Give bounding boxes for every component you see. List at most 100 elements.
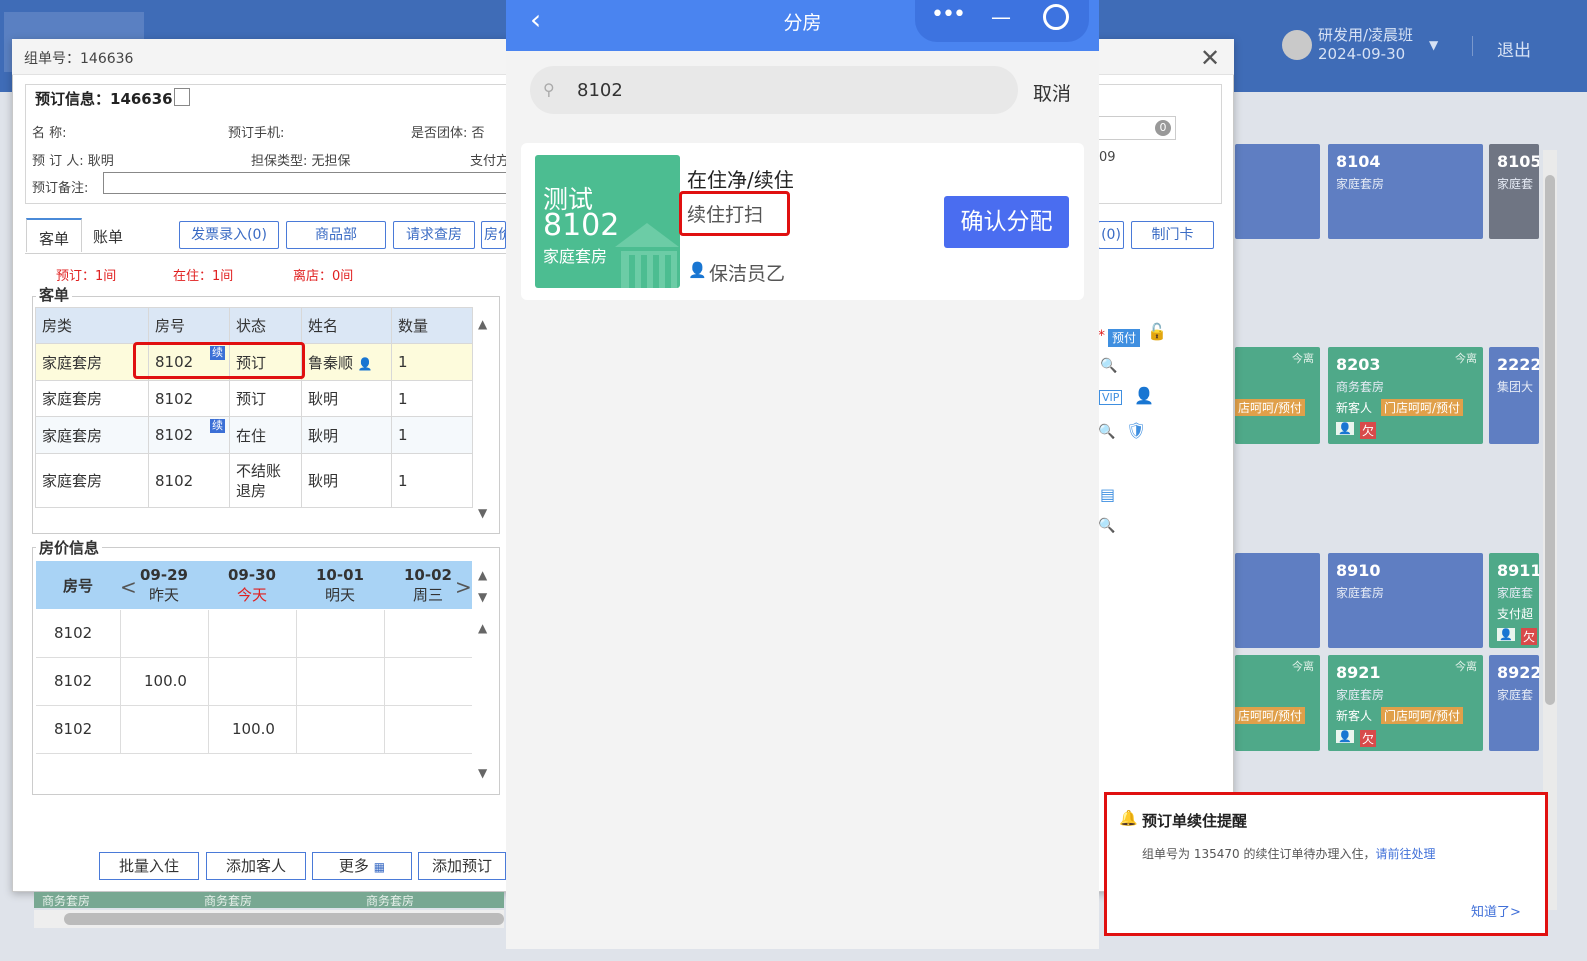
add-user-icon[interactable]: 👤 <box>1134 386 1154 405</box>
partial-button[interactable]: (0) <box>1098 221 1124 249</box>
thumb-room-number: 8102 <box>543 208 620 243</box>
price-value: 100.0 <box>144 672 187 690</box>
scroll-down-icon[interactable]: ▼ <box>478 506 487 520</box>
room-card[interactable]: 今离 店呵呵/预付 <box>1235 655 1320 751</box>
price-row[interactable]: 8102 100.0 <box>36 658 472 706</box>
shield-icon[interactable]: 🛡 <box>1126 421 1146 440</box>
acknowledge-link[interactable]: 知道了> <box>1471 901 1521 920</box>
col-qty: 数量 <box>391 307 473 344</box>
search-input[interactable]: 0 <box>1098 116 1176 140</box>
group-label: 是否团体: 否 <box>411 126 485 141</box>
id-card-icon[interactable]: ▤ <box>1100 485 1115 504</box>
process-link[interactable]: 请前往处理 <box>1375 847 1435 861</box>
cell-type: 家庭套房 <box>35 343 149 381</box>
phone-label: 预订手机: <box>228 126 285 141</box>
cell-name: 耿明 <box>301 416 392 454</box>
scroll-up-icon[interactable]: ▲ <box>478 317 487 331</box>
date-text: 10-01 <box>316 566 364 584</box>
room-type: 家庭套 <box>1497 177 1534 191</box>
price-row[interactable]: 8102 <box>36 610 472 658</box>
cell-name: 耿明 <box>301 380 392 417</box>
horizontal-scrollbar[interactable] <box>34 910 504 928</box>
add-guest-button[interactable]: 添加客人 <box>206 852 306 880</box>
chevron-down-icon[interactable]: ▼ <box>1429 38 1438 52</box>
strip-label: 商务套房 <box>42 894 91 908</box>
goods-button[interactable]: 商品部 <box>286 221 386 249</box>
bell-icon: 🔔 <box>1119 809 1138 827</box>
room-card[interactable]: 8105 家庭套 <box>1489 144 1539 239</box>
source-tag: 店呵呵/预付 <box>1235 399 1306 416</box>
more-button[interactable]: 更多 ▦ <box>312 852 412 880</box>
table-row[interactable]: 家庭套房 8102 不结账退房 耿明 1 <box>35 453 473 508</box>
pay-label: 支付超 <box>1497 607 1534 621</box>
remark-label: 预订备注: <box>32 181 89 196</box>
close-icon[interactable]: ✕ <box>1200 44 1220 72</box>
leave-count: 离店：0间 <box>293 269 354 284</box>
room-card[interactable]: 8910 家庭套房 <box>1328 553 1483 648</box>
next-icon[interactable]: > <box>455 575 472 599</box>
price-col-date: 10-01 明天 <box>296 565 384 605</box>
highlight-box <box>133 342 305 379</box>
make-card-button[interactable]: 制门卡 <box>1131 221 1214 249</box>
unlock-icon[interactable]: 🔓 <box>1147 322 1167 341</box>
price-row[interactable]: 8102 100.0 <box>36 706 472 754</box>
room-number: 8922 <box>1497 663 1539 682</box>
room-number: 8921 <box>1336 663 1381 682</box>
scroll-up-icon[interactable]: ▲ <box>478 621 487 635</box>
search-icon[interactable]: 🔍 <box>1098 518 1115 534</box>
highlight-box <box>679 191 790 236</box>
guarantee-label: 担保类型: 无担保 <box>251 154 351 169</box>
scroll-down-icon[interactable]: ▼ <box>478 590 487 604</box>
cancel-button[interactable]: 取消 <box>1033 79 1071 106</box>
room-type: 商务套房 <box>1336 380 1385 394</box>
room-card[interactable] <box>1235 553 1320 648</box>
search-icon[interactable]: 🔍 <box>1100 358 1117 374</box>
room-card[interactable]: 8104 家庭套房 <box>1328 144 1483 239</box>
cell-qty: 1 <box>391 343 473 381</box>
add-booking-button[interactable]: 添加预订 <box>418 852 506 880</box>
renew-badge: 续 <box>210 419 225 433</box>
booker-label: 预 订 人: 耿明 <box>32 154 114 169</box>
room-card[interactable]: 2222 集团大 <box>1489 347 1539 444</box>
guest-label: 新客人 <box>1336 709 1373 723</box>
room-card[interactable] <box>1235 144 1320 239</box>
table-row[interactable]: 家庭套房 8102 在住 耿明 1 <box>35 416 473 454</box>
logout-button[interactable]: 退出 <box>1497 36 1531 61</box>
price-section-title: 房价信息 <box>36 537 103 558</box>
source-tag: 店呵呵/预付 <box>1235 707 1306 724</box>
checkout-today-tag: 今离 <box>1292 352 1314 365</box>
date-label: 昨天 <box>148 586 179 604</box>
room-card[interactable]: 今离 8203 商务套房 新客人 门店呵呵/预付 👤 欠 <box>1328 347 1483 444</box>
avatar[interactable] <box>1282 30 1312 60</box>
batch-checkin-button[interactable]: 批量入住 <box>99 852 199 880</box>
guest-label: 新客人 <box>1336 401 1373 415</box>
confirm-assign-button[interactable]: 确认分配 <box>944 196 1069 248</box>
grid-icon: ▦ <box>373 860 386 874</box>
room-card[interactable]: 今离 8921 家庭套房 新客人 门店呵呵/预付 👤 欠 <box>1328 655 1483 751</box>
vip-badge[interactable]: VIP <box>1099 390 1123 405</box>
minimize-icon[interactable]: — <box>991 5 1011 29</box>
scroll-down-icon[interactable]: ▼ <box>478 766 487 780</box>
user-info[interactable]: 研发用/凌晨班 2024-09-30 <box>1318 26 1413 64</box>
more-icon[interactable]: ••• <box>931 2 966 27</box>
invoice-button[interactable]: 发票录入(0) <box>179 221 279 249</box>
tab-guest-order[interactable]: 客单 <box>26 218 83 252</box>
close-target-icon[interactable] <box>1043 4 1069 30</box>
table-row[interactable]: 家庭套房 8102 预订 耿明 1 <box>35 380 473 417</box>
room-card[interactable]: 今离 店呵呵/预付 <box>1235 347 1320 444</box>
room-price-button[interactable]: 房价 <box>481 221 506 249</box>
tab-bill[interactable]: 账单 <box>81 218 135 252</box>
person-icon: 👤 <box>1336 422 1354 435</box>
room-card[interactable]: 8922 家庭套 <box>1489 655 1539 751</box>
room-type: 家庭套房 <box>1336 177 1385 191</box>
search-icon[interactable]: 🔍 <box>1098 424 1115 440</box>
guest-name: 鲁秦顺 <box>308 353 354 372</box>
copy-icon[interactable] <box>174 88 190 106</box>
person-icon: 👤 <box>1497 628 1515 641</box>
room-card[interactable]: 8911 家庭套 支付超 👤 欠 <box>1489 553 1539 648</box>
request-check-button[interactable]: 请求查房 <box>393 221 475 249</box>
remark-input[interactable] <box>103 172 513 194</box>
price-col-date: 09-30 今天 <box>208 565 296 605</box>
source-tag: 门店呵呵/预付 <box>1381 399 1464 416</box>
scroll-up-icon[interactable]: ▲ <box>478 568 487 582</box>
